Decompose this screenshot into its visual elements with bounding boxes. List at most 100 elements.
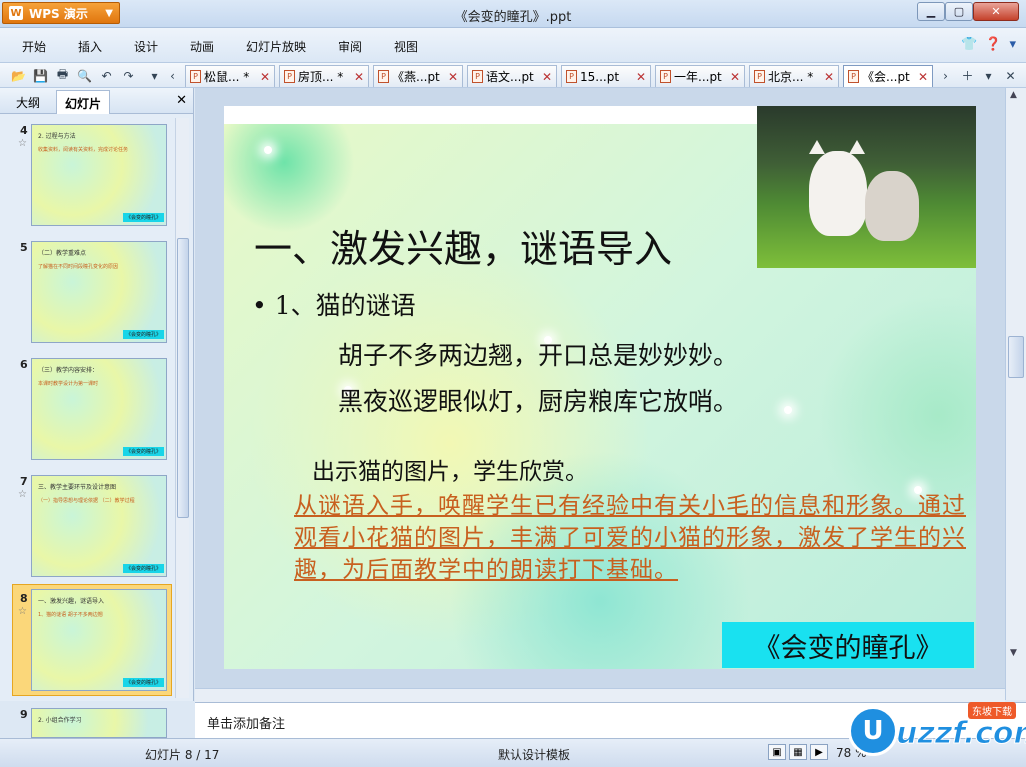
tab-outline[interactable]: 大纲 <box>8 90 48 114</box>
chevron-down-icon[interactable]: ▾ <box>980 67 997 84</box>
ppt-file-icon: P <box>660 70 671 83</box>
doc-tab[interactable]: P 15...pt ✕ <box>561 65 651 87</box>
thumb-number: 6 <box>20 358 28 371</box>
slide-top-strip <box>224 106 764 124</box>
slide-thumbnail[interactable]: 2. 小组合作学习 <box>31 708 167 738</box>
cat-ear <box>809 140 825 154</box>
doc-tab[interactable]: P 语文...pt ✕ <box>467 65 557 87</box>
ppt-file-icon: P <box>754 70 765 83</box>
thumb-number: 4 <box>20 124 28 137</box>
menu-review[interactable]: 审阅 <box>338 38 362 55</box>
menu-design[interactable]: 设计 <box>134 38 158 55</box>
slide-note[interactable]: 出示猫的图片，学生欣赏。 <box>312 452 588 486</box>
ppt-file-icon: P <box>566 70 577 83</box>
site-watermark: U uzzf.com 东坡下载 <box>848 700 1026 760</box>
slide-thumbnail[interactable]: 三、教学主要环节及设计意图 （一）指导思想与理论依据 （二）教学过程 《会变的瞳… <box>31 475 167 577</box>
slide-thumbnail[interactable]: 2. 过程与方法 收集资料，阅读有关资料，完成讨论任务 《会变的瞳孔》 <box>31 124 167 226</box>
menu-slideshow[interactable]: 幻灯片放映 <box>246 38 306 55</box>
close-tab-icon[interactable]: ✕ <box>636 70 646 84</box>
ppt-file-icon: P <box>284 70 295 83</box>
normal-view-icon[interactable]: ▣ <box>768 744 786 760</box>
scrollbar-thumb[interactable] <box>177 238 189 518</box>
watermark-text: uzzf.com <box>896 716 1026 752</box>
slideshow-play-icon[interactable]: ▶ <box>810 744 828 760</box>
doc-tab-active[interactable]: P 《会...pt ✕ <box>843 65 933 87</box>
tab-scroll-right-icon[interactable]: › <box>937 67 954 84</box>
doc-tab[interactable]: P 北京... * ✕ <box>749 65 839 87</box>
cat-photo <box>757 106 976 268</box>
animation-star-icon: ☆ <box>18 489 27 500</box>
thumb-number: 7 <box>20 475 28 488</box>
help-icon[interactable]: ❓ <box>985 37 1001 52</box>
riddle-line[interactable]: 黑夜巡逻眼似灯，厨房粮库它放哨。 <box>338 382 738 418</box>
slide-sorter-icon[interactable]: ▦ <box>789 744 807 760</box>
cat-ear <box>849 140 865 154</box>
white-kitten <box>809 151 867 236</box>
slide-description[interactable]: 从谜语入手，唤醒学生已有经验中有关小毛的信息和形象。通过观看小花猫的图片，丰满了… <box>294 490 966 586</box>
menu-home[interactable]: 开始 <box>22 38 46 55</box>
menu-view[interactable]: 视图 <box>394 38 418 55</box>
scrollbar-thumb[interactable] <box>1008 336 1024 378</box>
template-name: 默认设计模板 <box>498 748 571 762</box>
scroll-up-icon[interactable]: ▲ <box>1010 90 1017 100</box>
close-tab-icon[interactable]: ✕ <box>918 70 928 84</box>
tab-slides[interactable]: 幻灯片 <box>56 90 111 114</box>
menu-animation[interactable]: 动画 <box>190 38 214 55</box>
slide-indicator: 幻灯片 8 / 17 <box>145 748 220 762</box>
doc-tab[interactable]: P 松鼠... * ✕ <box>185 65 275 87</box>
sparkle-decoration <box>264 146 272 154</box>
doc-tab[interactable]: P 房顶... * ✕ <box>279 65 369 87</box>
slide-thumbnail-selected[interactable]: 一、激发兴趣，谜语导入 1、猫的谜语 胡子不多两边翘 《会变的瞳孔》 <box>31 589 167 691</box>
close-tab-icon[interactable]: ✕ <box>354 70 364 84</box>
slide-thumbnail[interactable]: （三）教学内容安排： 本课时教学设计为第一课时 《会变的瞳孔》 <box>31 358 167 460</box>
thumb-number: 8 <box>20 592 28 605</box>
slides-panel: 大纲 幻灯片 ✕ 4 ☆ 2. 过程与方法 收集资料，阅读有关资料，完成讨论任务… <box>0 88 194 738</box>
title-bar: W WPS 演示 ▼ 《会变的瞳孔》.ppt ▁ ▢ ✕ <box>0 0 1026 28</box>
slide-footer-label[interactable]: 《会变的瞳孔》 <box>722 622 974 668</box>
new-tab-icon[interactable]: ＋ <box>959 67 976 84</box>
menu-insert[interactable]: 插入 <box>78 38 102 55</box>
skin-icon[interactable]: 👕 <box>961 37 977 52</box>
watermark-logo-icon: U <box>848 706 898 756</box>
editor-vertical-scrollbar[interactable]: ▲ ▼ <box>1005 88 1026 700</box>
slide-bullet[interactable]: • 1、猫的谜语 <box>252 286 416 322</box>
riddle-line[interactable]: 胡子不多两边翘，开口总是妙妙妙。 <box>338 336 738 372</box>
quick-toolbar: 📂 💾 🖶 🔍 ↶ ↷ ▾ ‹ P 松鼠... * ✕ P 房顶... * ✕ … <box>0 62 1026 88</box>
save-icon[interactable]: 💾 <box>32 67 49 84</box>
close-tab-icon[interactable]: ✕ <box>448 70 458 84</box>
notes-placeholder[interactable]: 单击添加备注 <box>207 713 285 732</box>
slide-thumbnail[interactable]: （二）教学重难点 了解猫在不同时间段瞳孔变化的原因 《会变的瞳孔》 <box>31 241 167 343</box>
redo-icon[interactable]: ↷ <box>120 67 137 84</box>
window-title: 《会变的瞳孔》.ppt <box>454 10 572 25</box>
undo-icon[interactable]: ↶ <box>98 67 115 84</box>
tabby-kitten <box>865 171 919 241</box>
scroll-down-icon[interactable]: ▼ <box>1010 648 1017 658</box>
open-folder-icon[interactable]: 📂 <box>10 67 27 84</box>
close-tab-icon[interactable]: ✕ <box>542 70 552 84</box>
menu-right-icons: 👕 ❓ ▾ <box>961 37 1016 52</box>
panel-scrollbar[interactable] <box>175 118 189 698</box>
tab-scroll-left-icon[interactable]: ‹ <box>164 67 181 84</box>
ppt-file-icon: P <box>378 70 389 83</box>
maximize-button[interactable]: ▢ <box>945 2 973 21</box>
slide-canvas[interactable]: 一、激发兴趣，谜语导入 • 1、猫的谜语 胡子不多两边翘，开口总是妙妙妙。 黑夜… <box>224 106 976 669</box>
ppt-file-icon: P <box>472 70 483 83</box>
animation-star-icon: ☆ <box>18 606 27 617</box>
doc-tab[interactable]: P 一年...pt ✕ <box>655 65 745 87</box>
close-button[interactable]: ✕ <box>973 2 1019 21</box>
minimize-button[interactable]: ▁ <box>917 2 945 21</box>
close-tab-icon[interactable]: ✕ <box>730 70 740 84</box>
bullet-text: 1、猫的谜语 <box>274 291 416 320</box>
close-tab-icon[interactable]: ✕ <box>824 70 834 84</box>
chevron-down-icon[interactable]: ▾ <box>1009 37 1016 52</box>
print-preview-icon[interactable]: 🔍 <box>76 67 93 84</box>
doc-tab[interactable]: P 《燕...pt ✕ <box>373 65 463 87</box>
close-tab-icon[interactable]: ✕ <box>260 70 270 84</box>
tab-close-all-icon[interactable]: ✕ <box>1002 67 1019 84</box>
ppt-file-icon: P <box>190 70 201 83</box>
animation-star-icon: ☆ <box>18 138 27 149</box>
close-icon[interactable]: ✕ <box>176 93 187 108</box>
print-icon[interactable]: 🖶 <box>54 67 71 84</box>
slide-title[interactable]: 一、激发兴趣，谜语导入 <box>254 218 672 273</box>
customize-toolbar-icon[interactable]: ▾ <box>146 67 163 84</box>
